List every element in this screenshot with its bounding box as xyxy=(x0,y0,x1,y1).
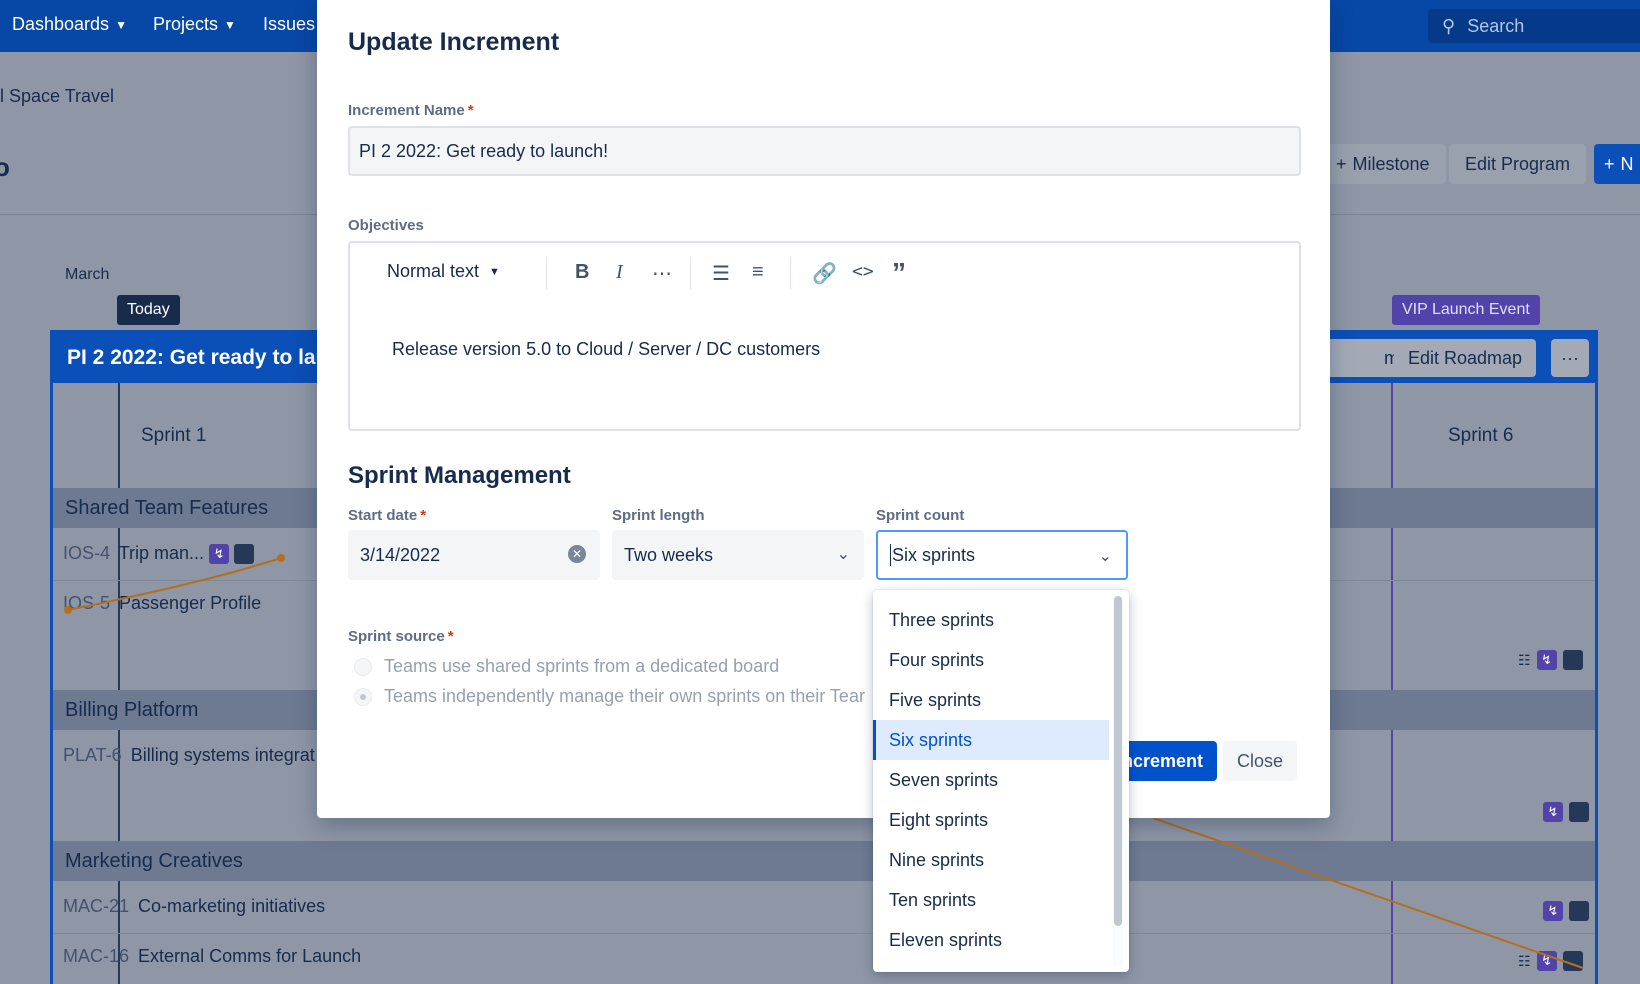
text-style-label: Normal text xyxy=(387,261,480,281)
quote-icon[interactable]: ” xyxy=(892,257,906,289)
sprint-length-select[interactable]: Two weeks ⌄ xyxy=(612,530,864,580)
dependency-line xyxy=(67,557,282,611)
bold-icon[interactable]: B xyxy=(575,261,589,284)
option-five-sprints[interactable]: Five sprints xyxy=(873,680,1109,720)
chevron-down-icon: ▼ xyxy=(224,17,236,32)
increment-name-label: Increment Name * xyxy=(348,102,474,119)
toolbar-separator xyxy=(790,257,791,289)
radio-selected-dot xyxy=(360,693,366,700)
today-marker: Today xyxy=(117,295,180,325)
sprint-count-label: Sprint count xyxy=(876,507,965,524)
editor-toolbar: Normal text ▼ B I ⋯ ☰ ≡ 🔗 <> ” xyxy=(350,243,1299,303)
scrollbar-thumb[interactable] xyxy=(1114,596,1122,926)
option-seven-sprints[interactable]: Seven sprints xyxy=(873,760,1109,800)
chevron-down-icon: ▼ xyxy=(115,17,127,32)
toolbar-separator xyxy=(690,257,691,289)
search-icon: ⚲ xyxy=(1442,15,1456,36)
option-six-sprints[interactable]: Six sprints xyxy=(873,720,1109,760)
radio-label: Teams use shared sprints from a dedicate… xyxy=(384,656,780,676)
start-date-label-text: Start date xyxy=(348,507,418,524)
required-marker: * xyxy=(447,628,454,645)
new-label: N xyxy=(1620,153,1634,174)
start-date-value: 3/14/2022 xyxy=(360,544,441,565)
plus-icon: + xyxy=(1336,153,1347,174)
dialog-title: Update Increment xyxy=(348,28,560,56)
dependency-dot xyxy=(64,606,72,614)
sprint-count-dropdown: Three sprints Four sprints Five sprints … xyxy=(873,590,1129,972)
option-eleven-sprints[interactable]: Eleven sprints xyxy=(873,920,1109,960)
option-four-sprints[interactable]: Four sprints xyxy=(873,640,1109,680)
nav-issues-label: Issues xyxy=(263,14,316,34)
objectives-editor[interactable]: Normal text ▼ B I ⋯ ☰ ≡ 🔗 <> ” Release v… xyxy=(348,241,1301,431)
start-date-label: Start date * xyxy=(348,507,426,524)
page-title: o xyxy=(0,152,10,182)
timeline-month: March xyxy=(65,266,110,283)
chevron-down-icon: ⌄ xyxy=(1098,548,1112,565)
search-input[interactable]: ⚲ Search xyxy=(1428,9,1640,43)
required-marker: * xyxy=(467,102,474,119)
increment-name-label-text: Increment Name xyxy=(348,102,465,119)
add-milestone-button[interactable]: + Milestone xyxy=(1320,144,1446,184)
text-caret xyxy=(890,544,891,566)
nav-dashboards[interactable]: Dashboards ▼ xyxy=(12,14,127,35)
sprint-management-title: Sprint Management xyxy=(348,462,571,489)
option-three-sprints[interactable]: Three sprints xyxy=(873,600,1109,640)
sprint-source-option-shared[interactable]: Teams use shared sprints from a dedicate… xyxy=(354,656,779,677)
code-icon[interactable]: <> xyxy=(852,261,874,282)
bullet-list-icon[interactable]: ☰ xyxy=(712,261,730,286)
dependency-line xyxy=(1152,817,1584,969)
sprint-source-label: Sprint source * xyxy=(348,628,454,645)
option-nine-sprints[interactable]: Nine sprints xyxy=(873,840,1109,880)
text-style-dropdown[interactable]: Normal text ▼ xyxy=(387,261,500,282)
milestone-vip-launch-event[interactable]: VIP Launch Event xyxy=(1392,295,1540,325)
option-ten-sprints[interactable]: Ten sprints xyxy=(873,880,1109,920)
nav-issues[interactable]: Issues xyxy=(263,14,315,35)
radio-button[interactable] xyxy=(354,687,372,706)
objectives-label: Objectives xyxy=(348,217,424,234)
radio-label: Teams independently manage their own spr… xyxy=(384,686,865,706)
sprint-count-select[interactable]: Six sprints ⌄ xyxy=(876,530,1128,580)
update-increment-dialog: Update Increment Increment Name * PI 2 20… xyxy=(317,0,1330,818)
milestone-label: Milestone xyxy=(1352,153,1430,174)
nav-projects[interactable]: Projects ▼ xyxy=(153,14,236,35)
breadcrumb[interactable]: l Space Travel xyxy=(0,86,114,107)
increment-name-input[interactable]: PI 2 2022: Get ready to launch! xyxy=(348,126,1301,176)
clear-icon[interactable]: ✕ xyxy=(568,545,586,563)
nav-dashboards-label: Dashboards xyxy=(12,14,110,34)
nav-projects-label: Projects xyxy=(153,14,219,34)
option-eight-sprints[interactable]: Eight sprints xyxy=(873,800,1109,840)
numbered-list-icon[interactable]: ≡ xyxy=(752,261,764,284)
italic-icon[interactable]: I xyxy=(616,261,623,284)
search-placeholder: Search xyxy=(1467,15,1525,36)
close-button[interactable]: Close xyxy=(1223,741,1298,781)
sprint-length-value: Two weeks xyxy=(624,544,714,565)
objectives-content[interactable]: Release version 5.0 to Cloud / Server / … xyxy=(392,339,820,360)
sprint-source-option-independent[interactable]: Teams independently manage their own spr… xyxy=(354,686,877,707)
chevron-down-icon: ▼ xyxy=(489,265,500,278)
plus-icon: + xyxy=(1604,153,1615,174)
link-icon[interactable]: 🔗 xyxy=(812,261,837,286)
new-button[interactable]: + N xyxy=(1594,144,1640,184)
sprint-count-value: Six sprints xyxy=(892,544,976,565)
required-marker: * xyxy=(420,507,427,524)
dependency-dot xyxy=(277,554,285,562)
chevron-down-icon: ⌄ xyxy=(836,546,850,563)
radio-button[interactable] xyxy=(354,657,372,676)
start-date-input[interactable]: 3/14/2022 ✕ xyxy=(348,530,600,580)
more-formatting-icon[interactable]: ⋯ xyxy=(652,261,672,286)
toolbar-separator xyxy=(546,257,547,289)
edit-program-button[interactable]: Edit Program xyxy=(1449,144,1587,184)
sprint-length-label: Sprint length xyxy=(612,507,705,524)
sprint-source-label-text: Sprint source xyxy=(348,628,445,645)
